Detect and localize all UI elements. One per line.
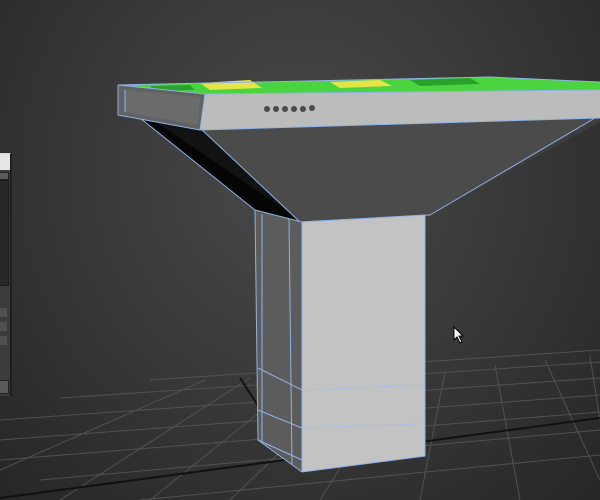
arrow-cursor-icon <box>453 326 465 344</box>
3d-viewport[interactable] <box>0 0 600 500</box>
panel-list[interactable] <box>0 180 9 286</box>
scene-canvas[interactable] <box>0 0 600 500</box>
panel-titlebar[interactable] <box>0 154 10 170</box>
mesh-column[interactable] <box>254 209 426 473</box>
spinner-icon[interactable] <box>0 308 7 317</box>
spinner-icon[interactable] <box>0 322 7 331</box>
dropdown-icon[interactable] <box>0 336 7 345</box>
panel-button[interactable] <box>0 380 9 394</box>
floating-tool-panel[interactable] <box>0 153 11 396</box>
panel-label <box>0 359 7 368</box>
mesh-funnel[interactable] <box>139 117 600 223</box>
panel-field[interactable] <box>0 172 9 180</box>
